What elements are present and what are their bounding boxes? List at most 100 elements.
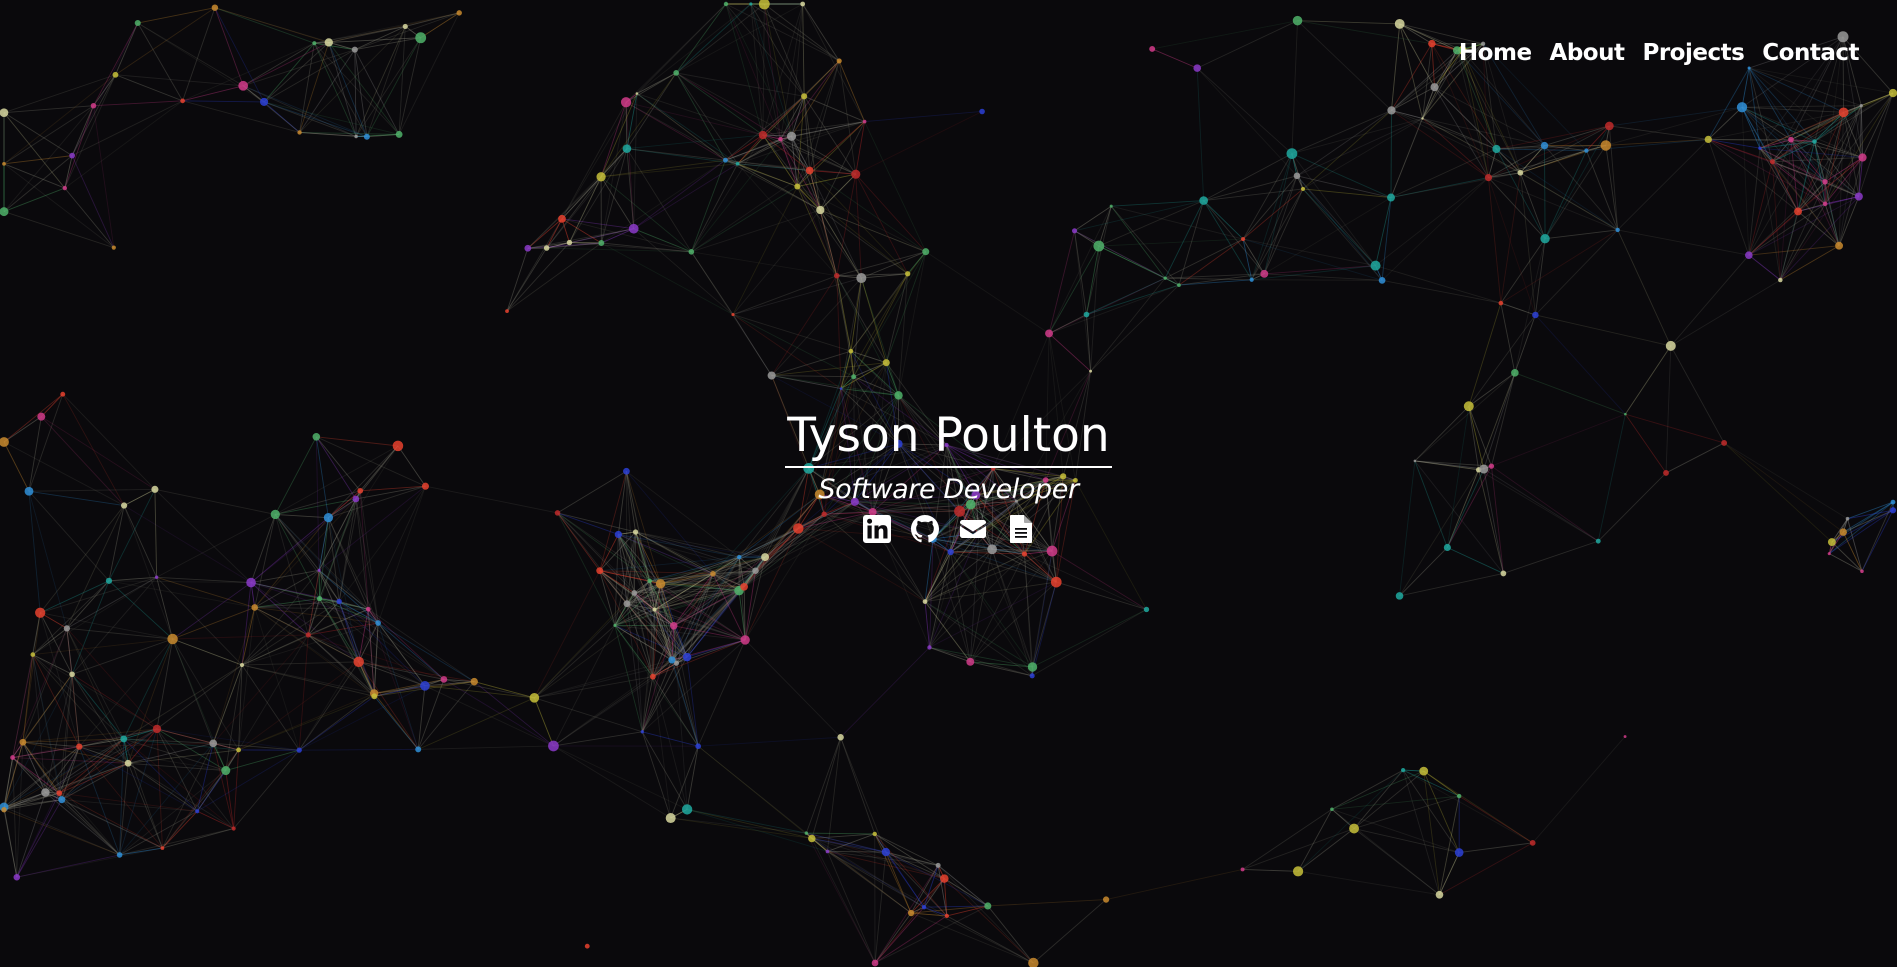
network-link — [636, 72, 677, 94]
network-node — [836, 58, 842, 64]
network-node — [681, 804, 693, 815]
network-link — [811, 737, 842, 839]
network-node — [1260, 269, 1269, 278]
network-link — [263, 42, 315, 103]
page: Home About Projects Contact Tyson Poulto… — [0, 0, 1897, 967]
network-link — [1197, 20, 1298, 69]
network-link — [1196, 67, 1298, 177]
network-link — [691, 186, 798, 253]
network-link — [762, 3, 765, 136]
network-link — [652, 676, 672, 819]
network-link — [601, 163, 738, 178]
nav-projects-link[interactable]: Projects — [1642, 40, 1744, 66]
network-link — [929, 647, 971, 663]
email-link[interactable] — [958, 514, 988, 544]
network-node — [837, 734, 844, 741]
github-link[interactable] — [910, 514, 940, 544]
network-node — [628, 223, 639, 234]
nav-home-link[interactable]: Home — [1459, 40, 1532, 66]
network-link — [172, 638, 239, 751]
network-link — [66, 580, 110, 629]
network-node — [124, 759, 132, 767]
network-node — [160, 846, 165, 850]
network-link — [1617, 139, 1709, 231]
network-link — [1331, 770, 1424, 810]
network-link — [1375, 265, 1501, 304]
network-node — [548, 740, 559, 752]
network-node — [19, 738, 27, 746]
network-node — [317, 568, 321, 572]
nav-contact-link[interactable]: Contact — [1762, 40, 1859, 66]
network-link — [373, 696, 419, 750]
network-link — [1298, 870, 1440, 896]
network-link — [108, 580, 173, 640]
network-link — [1264, 265, 1376, 275]
network-link — [1468, 314, 1536, 407]
network-node — [635, 92, 639, 95]
network-link — [1422, 118, 1521, 174]
network-link — [64, 74, 116, 189]
network-link — [697, 745, 807, 834]
network-link — [506, 248, 529, 312]
network-node — [894, 391, 903, 400]
network-node — [354, 134, 358, 139]
network-node — [695, 743, 702, 750]
network-node — [1665, 340, 1676, 351]
network-link — [533, 570, 601, 699]
hero-subtitle: Software Developer — [818, 474, 1079, 505]
network-link — [1402, 769, 1440, 895]
network-link — [1291, 20, 1298, 154]
network-node — [371, 693, 378, 700]
network-link — [725, 3, 764, 136]
network-link — [840, 737, 876, 835]
network-node — [69, 671, 75, 678]
network-link — [687, 808, 812, 839]
network-link — [1831, 541, 1863, 572]
network-node — [312, 41, 317, 46]
network-link — [1302, 188, 1376, 266]
network-link — [1779, 196, 1860, 281]
network-node — [1812, 139, 1817, 144]
network-node — [710, 570, 716, 577]
network-link — [1399, 572, 1504, 597]
nav-about-link[interactable]: About — [1550, 40, 1625, 66]
network-link — [1468, 302, 1502, 407]
network-node — [524, 244, 532, 252]
network-node — [505, 309, 509, 314]
network-link — [1196, 67, 1293, 154]
network-node — [856, 273, 867, 284]
network-node — [1330, 807, 1334, 812]
network-link — [675, 3, 765, 74]
network-link — [732, 314, 842, 389]
network-link — [1074, 205, 1112, 232]
network-link — [3, 163, 115, 249]
network-link — [172, 607, 255, 640]
network-node — [839, 387, 843, 390]
network-node — [987, 544, 997, 555]
network-link — [1456, 50, 1521, 173]
network-node — [1500, 570, 1507, 577]
linkedin-link[interactable] — [862, 514, 892, 544]
resume-link[interactable] — [1006, 514, 1036, 544]
network-link — [1439, 852, 1460, 895]
network-link — [675, 72, 738, 165]
network-node — [1349, 823, 1360, 834]
network-node — [336, 598, 342, 605]
network-link — [156, 577, 174, 640]
network-link — [732, 186, 798, 315]
network-link — [1098, 206, 1112, 247]
network-link — [1434, 50, 1458, 88]
network-node — [120, 735, 128, 743]
network-node — [1071, 228, 1078, 234]
network-link — [924, 551, 952, 602]
network-node — [1517, 169, 1524, 176]
network-link — [162, 828, 234, 849]
network-link — [636, 93, 764, 136]
network-link — [3, 163, 65, 189]
network-link — [1609, 125, 1709, 140]
network-link — [675, 72, 764, 136]
network-node — [351, 46, 358, 53]
network-link — [1106, 868, 1243, 900]
network-link — [855, 173, 927, 252]
network-node — [231, 826, 236, 831]
